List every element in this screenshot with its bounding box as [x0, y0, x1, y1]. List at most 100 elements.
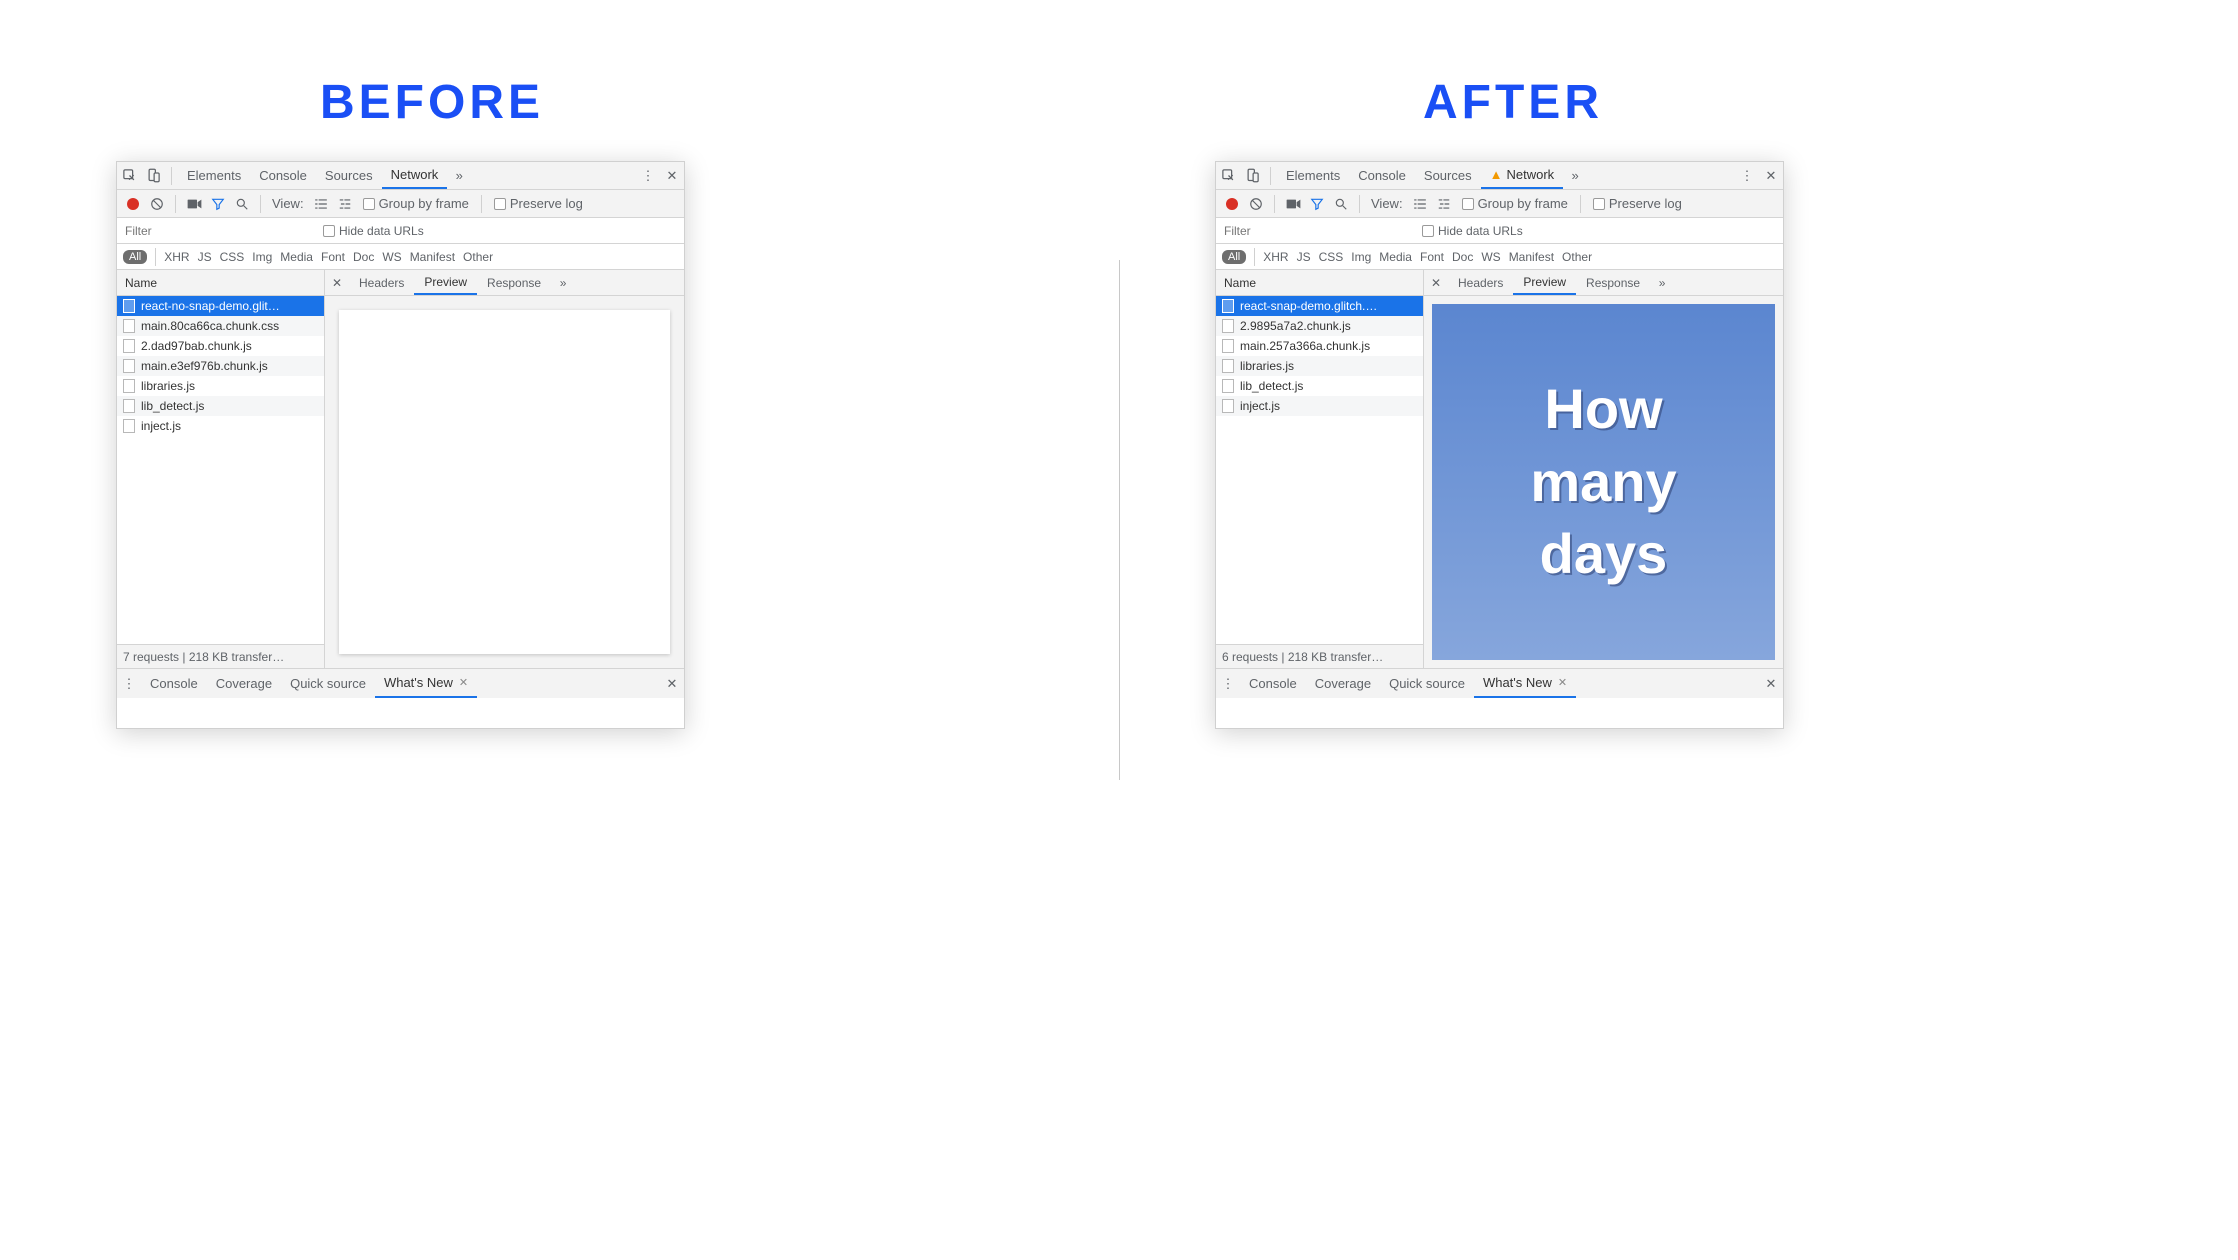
type-media[interactable]: Media	[280, 250, 313, 264]
request-row[interactable]: main.e3ef976b.chunk.js	[117, 356, 324, 376]
request-row[interactable]: lib_detect.js	[1216, 376, 1423, 396]
tab-response[interactable]: Response	[477, 270, 551, 295]
close-detail-icon[interactable]: ✕	[325, 276, 349, 290]
view-small-icon[interactable]	[334, 193, 356, 215]
request-list[interactable]: react-snap-demo.glitch.… 2.9895a7a2.chun…	[1216, 296, 1423, 644]
group-by-frame-checkbox[interactable]: Group by frame	[1462, 196, 1568, 211]
request-row[interactable]: inject.js	[1216, 396, 1423, 416]
type-font[interactable]: Font	[321, 250, 345, 264]
type-manifest[interactable]: Manifest	[410, 250, 455, 264]
clear-icon[interactable]	[146, 193, 168, 215]
tab-elements[interactable]: Elements	[178, 162, 250, 189]
close-drawer-icon[interactable]: ✕	[661, 673, 683, 695]
type-xhr[interactable]: XHR	[164, 250, 189, 264]
request-list[interactable]: react-no-snap-demo.glit… main.80ca66ca.c…	[117, 296, 324, 644]
request-row[interactable]: 2.9895a7a2.chunk.js	[1216, 316, 1423, 336]
clear-icon[interactable]	[1245, 193, 1267, 215]
drawer-tab-console[interactable]: Console	[141, 669, 207, 698]
request-row[interactable]: libraries.js	[1216, 356, 1423, 376]
drawer-tab-coverage[interactable]: Coverage	[207, 669, 281, 698]
view-small-icon[interactable]	[1433, 193, 1455, 215]
hide-data-urls-checkbox[interactable]: Hide data URLs	[1422, 224, 1523, 238]
type-other[interactable]: Other	[463, 250, 493, 264]
type-all[interactable]: All	[123, 250, 147, 264]
tab-console[interactable]: Console	[250, 162, 316, 189]
type-media[interactable]: Media	[1379, 250, 1412, 264]
inspect-icon[interactable]	[118, 165, 140, 187]
more-tabs-icon[interactable]: »	[1564, 165, 1586, 187]
type-ws[interactable]: WS	[382, 250, 401, 264]
tab-network[interactable]: ▲Network	[1481, 162, 1564, 189]
filter-icon[interactable]	[1306, 193, 1328, 215]
search-icon[interactable]	[1330, 193, 1352, 215]
drawer-tab-console[interactable]: Console	[1240, 669, 1306, 698]
hide-data-urls-checkbox[interactable]: Hide data URLs	[323, 224, 424, 238]
more-detail-tabs-icon[interactable]: »	[1651, 272, 1673, 294]
filter-input[interactable]	[117, 218, 317, 243]
type-css[interactable]: CSS	[1319, 250, 1344, 264]
record-button[interactable]	[127, 198, 139, 210]
type-doc[interactable]: Doc	[353, 250, 374, 264]
kebab-menu-icon[interactable]: ⋮	[637, 165, 659, 187]
drawer-tab-coverage[interactable]: Coverage	[1306, 669, 1380, 698]
camera-icon[interactable]	[183, 193, 205, 215]
device-toggle-icon[interactable]	[1241, 165, 1263, 187]
request-row[interactable]: libraries.js	[117, 376, 324, 396]
type-img[interactable]: Img	[252, 250, 272, 264]
request-row[interactable]: main.80ca66ca.chunk.css	[117, 316, 324, 336]
type-doc[interactable]: Doc	[1452, 250, 1473, 264]
type-js[interactable]: JS	[198, 250, 212, 264]
request-row[interactable]: react-no-snap-demo.glit…	[117, 296, 324, 316]
column-header-name[interactable]: Name	[1216, 270, 1423, 296]
record-button[interactable]	[1226, 198, 1238, 210]
request-row[interactable]: lib_detect.js	[117, 396, 324, 416]
type-css[interactable]: CSS	[220, 250, 245, 264]
more-detail-tabs-icon[interactable]: »	[552, 272, 574, 294]
tab-sources[interactable]: Sources	[1415, 162, 1481, 189]
view-large-icon[interactable]	[1409, 193, 1431, 215]
type-ws[interactable]: WS	[1481, 250, 1500, 264]
type-font[interactable]: Font	[1420, 250, 1444, 264]
close-detail-icon[interactable]: ✕	[1424, 276, 1448, 290]
group-by-frame-checkbox[interactable]: Group by frame	[363, 196, 469, 211]
search-icon[interactable]	[231, 193, 253, 215]
tab-console[interactable]: Console	[1349, 162, 1415, 189]
close-tab-icon[interactable]: ✕	[1558, 676, 1567, 689]
request-row[interactable]: inject.js	[117, 416, 324, 436]
close-devtools-icon[interactable]: ✕	[1760, 165, 1782, 187]
device-toggle-icon[interactable]	[142, 165, 164, 187]
tab-preview[interactable]: Preview	[414, 270, 477, 295]
tab-headers[interactable]: Headers	[349, 270, 414, 295]
filter-input[interactable]	[1216, 218, 1416, 243]
kebab-menu-icon[interactable]: ⋮	[1736, 165, 1758, 187]
camera-icon[interactable]	[1282, 193, 1304, 215]
inspect-icon[interactable]	[1217, 165, 1239, 187]
type-xhr[interactable]: XHR	[1263, 250, 1288, 264]
tab-network[interactable]: Network	[382, 162, 448, 189]
drawer-tab-whats-new[interactable]: What's New✕	[375, 669, 477, 698]
column-header-name[interactable]: Name	[117, 270, 324, 296]
preserve-log-checkbox[interactable]: Preserve log	[494, 196, 583, 211]
type-manifest[interactable]: Manifest	[1509, 250, 1554, 264]
preserve-log-checkbox[interactable]: Preserve log	[1593, 196, 1682, 211]
tab-sources[interactable]: Sources	[316, 162, 382, 189]
more-tabs-icon[interactable]: »	[448, 165, 470, 187]
drawer-tab-quick-source[interactable]: Quick source	[281, 669, 375, 698]
drawer-menu-icon[interactable]: ⋮	[118, 673, 140, 695]
tab-headers[interactable]: Headers	[1448, 270, 1513, 295]
drawer-menu-icon[interactable]: ⋮	[1217, 673, 1239, 695]
request-row[interactable]: react-snap-demo.glitch.…	[1216, 296, 1423, 316]
filter-icon[interactable]	[207, 193, 229, 215]
view-large-icon[interactable]	[310, 193, 332, 215]
tab-elements[interactable]: Elements	[1277, 162, 1349, 189]
type-all[interactable]: All	[1222, 250, 1246, 264]
type-img[interactable]: Img	[1351, 250, 1371, 264]
tab-response[interactable]: Response	[1576, 270, 1650, 295]
drawer-tab-quick-source[interactable]: Quick source	[1380, 669, 1474, 698]
tab-preview[interactable]: Preview	[1513, 270, 1576, 295]
close-devtools-icon[interactable]: ✕	[661, 165, 683, 187]
type-other[interactable]: Other	[1562, 250, 1592, 264]
close-drawer-icon[interactable]: ✕	[1760, 673, 1782, 695]
close-tab-icon[interactable]: ✕	[459, 676, 468, 689]
request-row[interactable]: main.257a366a.chunk.js	[1216, 336, 1423, 356]
